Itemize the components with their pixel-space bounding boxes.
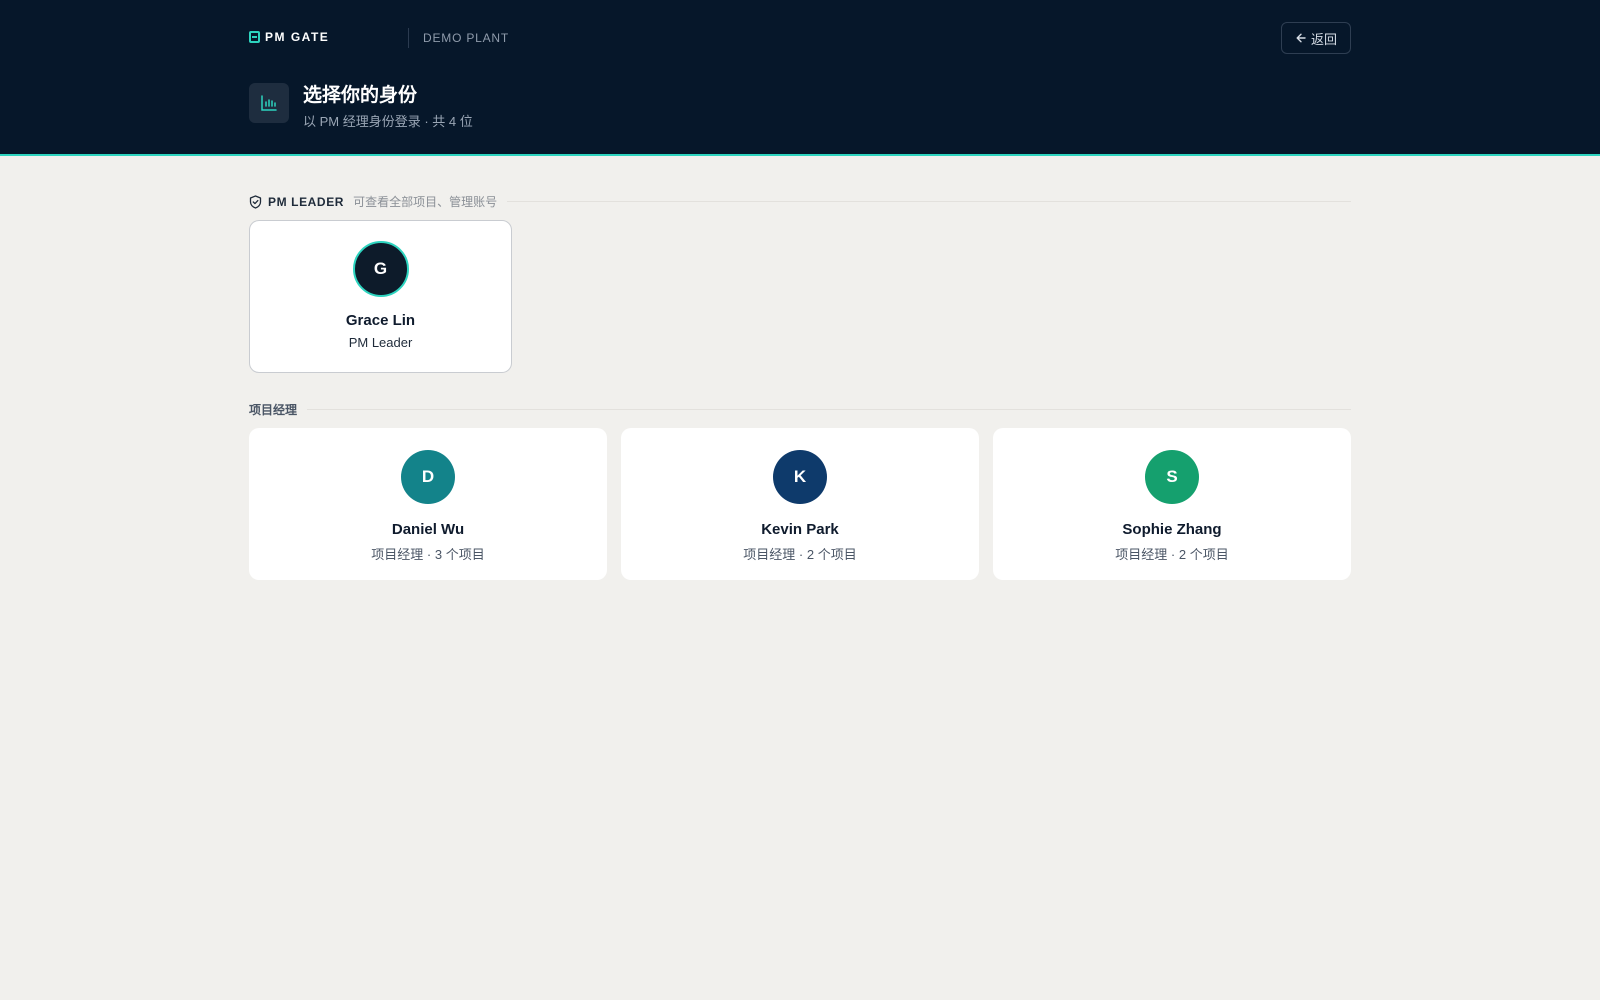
- section-divider: [307, 409, 1351, 410]
- user-role: PM Leader: [348, 335, 413, 350]
- section-divider: [507, 201, 1351, 202]
- avatar: G: [352, 241, 409, 297]
- brand-name: PM GATE: [265, 30, 330, 44]
- avatar: D: [401, 450, 455, 504]
- avatar: S: [1145, 450, 1199, 504]
- pm-section-header: 项目经理: [249, 401, 1351, 418]
- back-button[interactable]: 返回: [1281, 22, 1351, 54]
- user-name: Sophie Zhang: [1122, 521, 1222, 538]
- user-name: Kevin Park: [761, 521, 839, 538]
- pm-section-label: 项目经理: [249, 403, 298, 417]
- user-role: 项目经理 · 3 个项目: [371, 547, 485, 562]
- bar-chart-icon: [249, 83, 289, 123]
- leader-description: 可查看全部项目、管理账号: [353, 195, 498, 209]
- brand-divider: [408, 28, 409, 48]
- leader-tag-label: PM LEADER: [268, 194, 345, 209]
- arrow-left-icon: [1296, 33, 1306, 43]
- user-name: Grace Lin: [345, 312, 416, 329]
- brand-logo-icon: [249, 31, 260, 43]
- leader-card-grace-lin[interactable]: G Grace Lin PM Leader: [249, 220, 512, 373]
- top-header: PM GATE DEMO PLANT 返回 选择你的身份 以 PM 经理身份登录…: [0, 0, 1600, 156]
- pm-card-daniel-wu[interactable]: D Daniel Wu 项目经理 · 3 个项目: [249, 428, 607, 580]
- page-title: 选择你的身份: [303, 85, 418, 106]
- pm-card-sophie-zhang[interactable]: S Sophie Zhang 项目经理 · 2 个项目: [993, 428, 1351, 580]
- page-subtitle: 以 PM 经理身份登录 · 共 4 位: [303, 114, 473, 129]
- pm-card-kevin-park[interactable]: K Kevin Park 项目经理 · 2 个项目: [621, 428, 979, 580]
- brand: PM GATE: [249, 30, 329, 44]
- user-role: 项目经理 · 2 个项目: [1115, 547, 1229, 562]
- back-button-label: 返回: [1310, 31, 1337, 47]
- plant-label: DEMO PLANT: [423, 31, 510, 45]
- user-name: Daniel Wu: [391, 521, 465, 538]
- avatar: K: [773, 450, 827, 504]
- leader-section-header: PM LEADER 可查看全部项目、管理账号: [249, 193, 1351, 210]
- shield-check-icon: [249, 194, 262, 209]
- user-role: 项目经理 · 2 个项目: [743, 547, 857, 562]
- leader-tag: PM LEADER: [249, 195, 344, 209]
